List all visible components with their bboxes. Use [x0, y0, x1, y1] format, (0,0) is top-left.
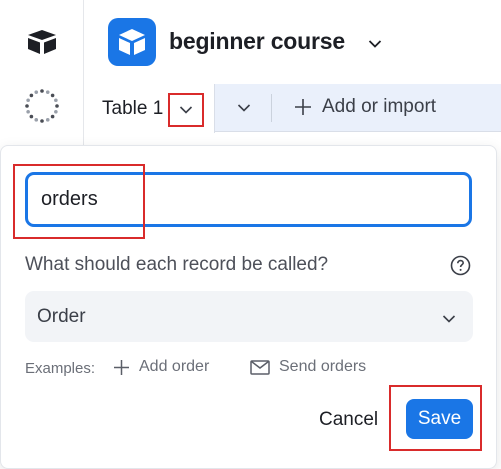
add-or-import-button[interactable]: Add or import [294, 96, 436, 118]
tab-table-1[interactable]: Table 1 [84, 84, 215, 133]
save-button[interactable]: Save [406, 399, 473, 439]
table-tab-bar: Table 1 Add or import [84, 84, 501, 133]
record-name-question: What should each record be called? [25, 254, 329, 275]
base-cube-icon [108, 18, 156, 66]
all-tables-button[interactable] [232, 97, 256, 119]
example-send-records: Send orders [250, 358, 366, 376]
tab-options-button[interactable] [168, 93, 204, 127]
example-add-record: Add order [113, 358, 209, 376]
examples-label: Examples: [25, 360, 96, 377]
loading-spinner-icon [22, 86, 62, 126]
cancel-button[interactable]: Cancel [319, 405, 378, 435]
add-or-import-label: Add or import [322, 96, 437, 117]
rename-table-popover: What should each record be called? Order… [0, 145, 497, 469]
chevron-down-icon [179, 106, 193, 114]
record-name-select[interactable]: Order [25, 291, 473, 342]
record-name-value: Order [37, 306, 86, 327]
tab-label: Table 1 [102, 98, 164, 119]
question-circle-icon[interactable] [450, 255, 471, 276]
example-add-label: Add order [139, 358, 210, 375]
chevron-down-icon[interactable] [368, 36, 382, 48]
example-send-label: Send orders [279, 358, 367, 375]
plus-icon [295, 99, 311, 115]
tab-divider [271, 94, 272, 122]
plus-icon [114, 359, 129, 375]
envelope-icon [250, 359, 270, 375]
base-name[interactable]: beginner course [169, 28, 345, 55]
chevron-down-icon [442, 311, 456, 323]
base-header: beginner course [84, 0, 501, 84]
chevron-down-icon [237, 104, 251, 112]
table-name-input[interactable] [25, 172, 472, 227]
airtable-logo-icon[interactable] [26, 28, 58, 56]
